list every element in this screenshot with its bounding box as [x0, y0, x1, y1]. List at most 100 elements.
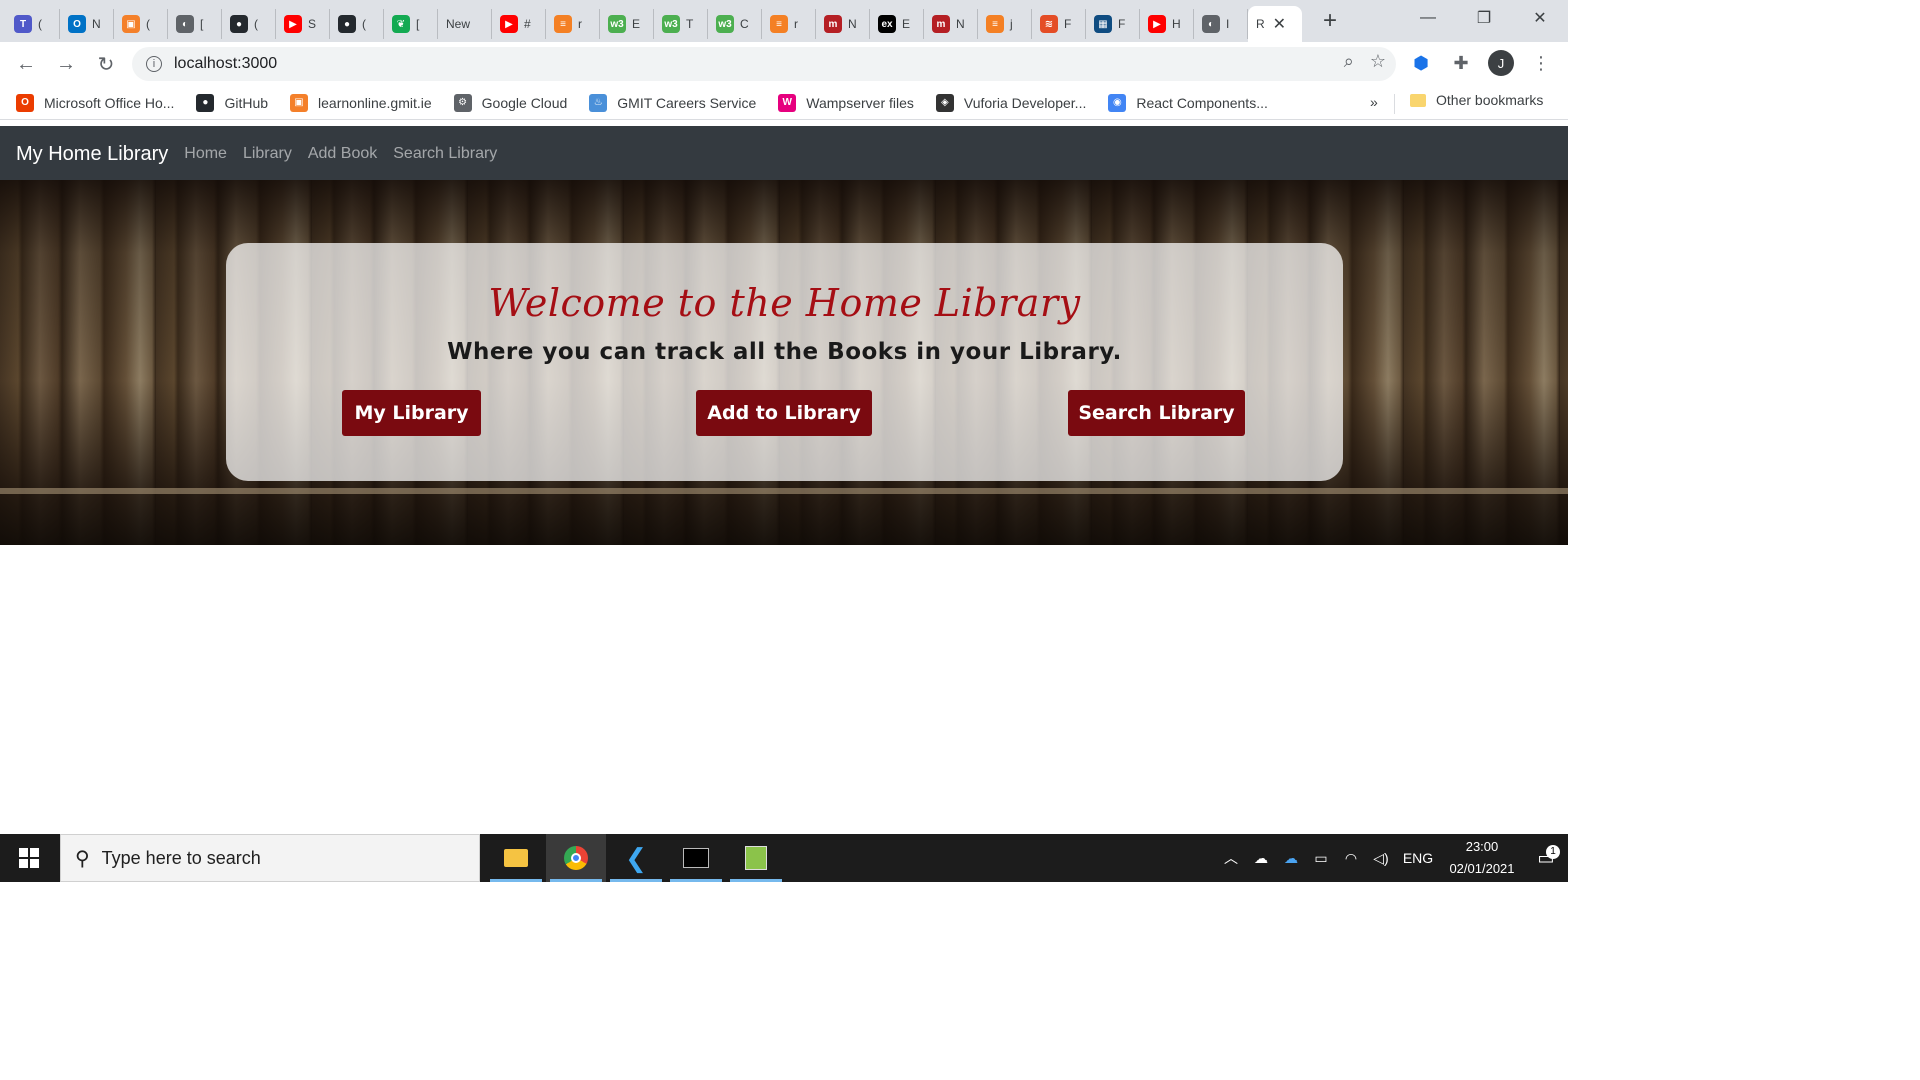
browser-tab-active[interactable]: R ✕: [1248, 6, 1302, 42]
browser-tab[interactable]: mN: [816, 9, 870, 39]
battery-icon[interactable]: ▭: [1306, 850, 1336, 867]
chevron-up-icon[interactable]: ︿: [1216, 848, 1246, 868]
start-button[interactable]: [0, 834, 58, 882]
bookmark-item[interactable]: ● GitHub: [196, 93, 269, 112]
browser-tab[interactable]: T(: [6, 9, 60, 39]
zoom-icon[interactable]: ⌕: [1344, 51, 1354, 72]
restore-button[interactable]: ❐: [1456, 0, 1512, 36]
vscode-taskbar-button[interactable]: ❮: [606, 834, 666, 882]
bookmark-item[interactable]: ⚙ Google Cloud: [453, 93, 567, 112]
notification-badge: 1: [1546, 844, 1560, 859]
bookmark-favicon-icon: ◉: [1108, 93, 1127, 112]
clock[interactable]: 23:00 02/01/2021: [1440, 836, 1524, 880]
notepad-taskbar-button[interactable]: [726, 834, 786, 882]
navbar-brand[interactable]: My Home Library: [16, 143, 168, 166]
tab-title: (: [146, 17, 150, 31]
tab-title: R: [1256, 17, 1265, 31]
wifi-icon[interactable]: ◠: [1336, 850, 1366, 867]
search-icon: ⚲: [75, 847, 90, 870]
browser-tab[interactable]: ≡ r: [546, 9, 600, 39]
browser-tab[interactable]: New: [438, 9, 492, 39]
search-library-button[interactable]: Search Library: [1068, 390, 1245, 436]
tab-favicon-icon: ▣: [122, 15, 140, 33]
tab-favicon-icon: T: [14, 15, 32, 33]
file-explorer-taskbar-button[interactable]: [486, 834, 546, 882]
tab-favicon-icon: ≋: [1040, 15, 1058, 33]
nav-link-add-book[interactable]: Add Book: [308, 145, 377, 163]
minimize-button[interactable]: —: [1400, 0, 1456, 36]
nav-link-library[interactable]: Library: [243, 145, 292, 163]
close-tab-icon[interactable]: ✕: [1273, 14, 1286, 34]
bookmark-favicon-icon: ◈: [935, 93, 954, 112]
bookmark-item[interactable]: W Wampserver files: [778, 93, 914, 112]
browser-tab[interactable]: ▶ #: [492, 9, 546, 39]
tab-favicon-icon: w3: [716, 15, 734, 33]
bookmark-item[interactable]: ◉ React Components...: [1108, 93, 1268, 112]
browser-tab[interactable]: ▶ H: [1140, 9, 1194, 39]
browser-tab[interactable]: w3 T: [654, 9, 708, 39]
extensions-puzzle-icon[interactable]: ✚: [1448, 50, 1474, 76]
browser-tab[interactable]: ON: [60, 9, 114, 39]
bookmarks-overflow-button[interactable]: »: [1370, 94, 1378, 110]
browser-tab[interactable]: w3 C: [708, 9, 762, 39]
menu-kebab-icon[interactable]: ⋮: [1528, 50, 1554, 76]
browser-tab[interactable]: ❦[: [384, 9, 438, 39]
language-indicator[interactable]: ENG: [1396, 850, 1440, 866]
tab-title: r: [578, 17, 582, 31]
nav-link-search-library[interactable]: Search Library: [393, 145, 497, 163]
my-library-button[interactable]: My Library: [342, 390, 481, 436]
tab-favicon-icon: ≡: [554, 15, 572, 33]
add-to-library-button[interactable]: Add to Library: [696, 390, 872, 436]
tab-favicon-icon: ≡: [770, 15, 788, 33]
tab-title: N: [848, 17, 857, 31]
browser-tab[interactable]: ◐ I: [1194, 9, 1248, 39]
extension-hex-icon[interactable]: ⬢: [1408, 50, 1434, 76]
terminal-taskbar-button[interactable]: [666, 834, 726, 882]
notifications-button[interactable]: ▭ 1: [1524, 844, 1568, 869]
tab-favicon-icon: m: [824, 15, 842, 33]
bookmark-item[interactable]: ◈ Vuforia Developer...: [935, 93, 1086, 112]
browser-tab[interactable]: ●(: [222, 9, 276, 39]
tab-title: E: [902, 17, 911, 31]
notepad-icon: [745, 846, 767, 870]
browser-tab[interactable]: ≡ r: [762, 9, 816, 39]
nav-link-home[interactable]: Home: [184, 145, 227, 163]
volume-icon[interactable]: ◁): [1366, 850, 1396, 867]
bookmark-label: Microsoft Office Ho...: [44, 94, 175, 111]
onedrive-icon[interactable]: ☁: [1276, 850, 1306, 867]
address-bar[interactable]: i localhost:3000 ⌕ ☆: [132, 47, 1396, 81]
bookmark-label: learnonline.gmit.ie: [318, 94, 432, 111]
other-bookmarks[interactable]: Other bookmarks: [1410, 92, 1543, 108]
bookmark-favicon-icon: ⚙: [453, 93, 472, 112]
browser-tab[interactable]: ≡ j: [978, 9, 1032, 39]
chrome-taskbar-button[interactable]: [546, 834, 606, 882]
other-bookmarks-label: Other bookmarks: [1436, 92, 1544, 108]
bookmark-favicon-icon: ▣: [290, 93, 309, 112]
bookmark-favicon-icon: ●: [196, 93, 215, 112]
bookmark-item[interactable]: ▣ learnonline.gmit.ie: [290, 93, 432, 112]
browser-tab[interactable]: ▶ S: [276, 9, 330, 39]
browser-tab[interactable]: w3 E: [600, 9, 654, 39]
close-window-button[interactable]: ✕: [1512, 0, 1568, 36]
browser-tab[interactable]: ≋ F: [1032, 9, 1086, 39]
browser-tab[interactable]: ▣(: [114, 9, 168, 39]
cloud-icon[interactable]: ☁: [1246, 850, 1276, 867]
profile-avatar[interactable]: J: [1488, 50, 1514, 76]
reload-button[interactable]: ↻: [86, 46, 126, 82]
bookmark-item[interactable]: ♨ GMIT Careers Service: [589, 93, 756, 112]
bookmark-label: GitHub: [224, 94, 269, 111]
tab-title: E: [632, 17, 641, 31]
browser-tab[interactable]: ex E: [870, 9, 924, 39]
browser-tab[interactable]: ●(: [330, 9, 384, 39]
forward-button[interactable]: →: [46, 46, 86, 82]
site-info-icon[interactable]: i: [146, 56, 162, 72]
bookmark-item[interactable]: O Microsoft Office Ho...: [16, 93, 175, 112]
taskbar-search-box[interactable]: ⚲ Type here to search: [60, 834, 480, 882]
browser-tab[interactable]: mN: [924, 9, 978, 39]
bookmark-star-icon[interactable]: ☆: [1370, 51, 1386, 72]
back-button[interactable]: ←: [6, 46, 46, 82]
browser-tab[interactable]: ▦ F: [1086, 9, 1140, 39]
browser-tab-strip: T(O N ▣(◐[●(▶ S ●(❦[New ▶ # ≡ r w3 Ew3 Tw3 C ≡ r m Nex Em…: [0, 0, 1568, 42]
new-tab-button[interactable]: +: [1312, 6, 1348, 36]
browser-tab[interactable]: ◐[: [168, 9, 222, 39]
